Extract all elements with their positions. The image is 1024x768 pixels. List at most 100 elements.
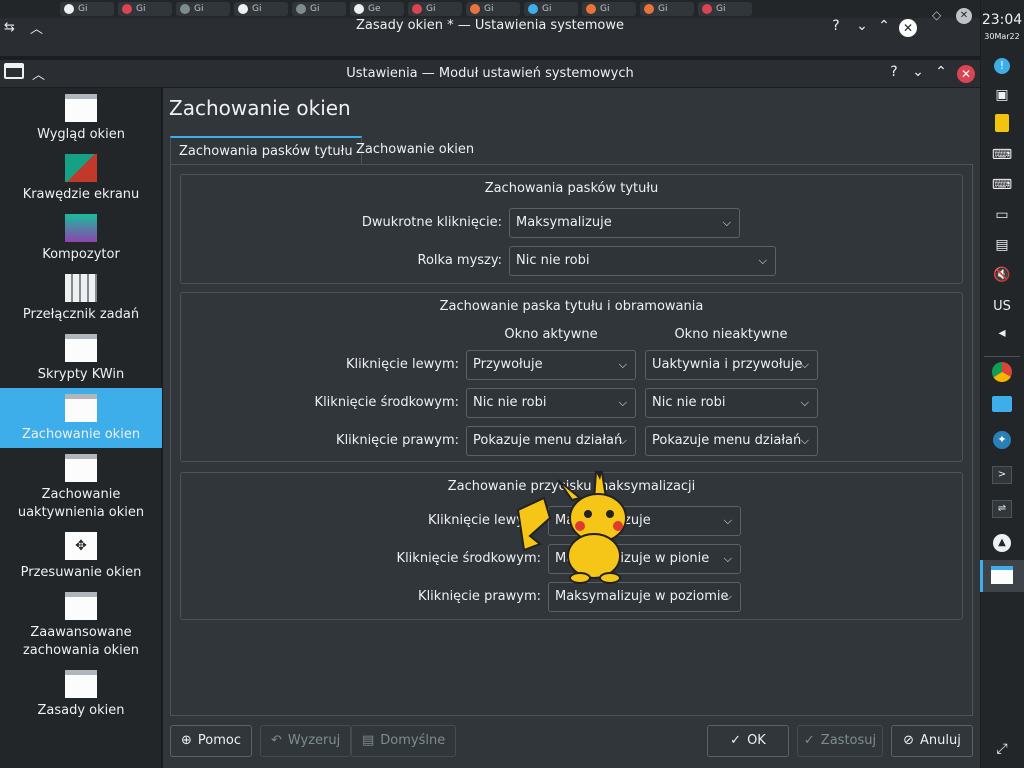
ok-button[interactable]: ✓ OK: [707, 725, 789, 757]
middle-click-active-combo[interactable]: Nic nie robi ⌵: [466, 388, 636, 418]
activation-icon: [65, 454, 97, 482]
chevron-down-icon: ⌵: [618, 396, 627, 409]
document-icon: ▤: [362, 733, 375, 748]
chevron-down-icon: ⌵: [800, 396, 809, 409]
sidebar-item-moving-windows[interactable]: ✥ Przesuwanie okien: [0, 532, 162, 582]
sidebar-item-advanced-window[interactable]: Zaawansowane zachowania okien: [0, 592, 162, 660]
window-title: Ustawienia — Moduł ustawień systemowych: [346, 66, 634, 81]
cancel-icon: ⊘: [903, 733, 915, 748]
keyboard-icon[interactable]: ⌨: [990, 144, 1014, 166]
background-browser-tabs: Gi Gi Gi Gi Gi Ge Gi Gi Gi Gi Gi Gi: [0, 0, 980, 18]
chevron-down-icon: ⌵: [723, 552, 732, 565]
pikachu-eye: [606, 510, 614, 518]
sidebar-item-label: Zachowanie okien: [21, 427, 141, 442]
left-click-active-combo[interactable]: Przywołuje ⌵: [466, 350, 636, 380]
volume-muted-icon[interactable]: 🔇: [990, 264, 1014, 286]
expand-tray-icon[interactable]: ◂: [990, 322, 1014, 344]
mouse-wheel-combo[interactable]: Nic nie robi ⌵: [509, 246, 776, 276]
browser-tab: Gi: [466, 2, 520, 16]
left-click-inactive-combo[interactable]: Uaktywnia i przywołuje ⌵: [645, 350, 818, 380]
chevron-down-icon: ⌵: [723, 514, 732, 527]
chevron-down-icon: ⌵: [800, 434, 809, 447]
sidebar-item-label: Wygląd okien: [37, 127, 125, 142]
settings-icon[interactable]: ⇌: [990, 496, 1014, 518]
pikachu-ear: [557, 479, 583, 502]
back-minimize-button[interactable]: ⌄: [852, 18, 872, 34]
right-click-inactive-combo[interactable]: Pokazuje menu działań ⌵: [645, 426, 818, 456]
tab-window-actions[interactable]: Zachowanie okien: [348, 136, 482, 165]
back-close-button[interactable]: ✕: [899, 19, 917, 37]
browser-tab: Gi: [234, 2, 288, 16]
help-button[interactable]: ?: [884, 64, 904, 80]
keep-above-icon[interactable]: ︿: [30, 18, 43, 37]
sidebar-item-window-behavior[interactable]: Zachowanie okien: [0, 388, 162, 448]
apply-button[interactable]: ✓ Zastosuj: [797, 725, 883, 757]
sidebar-item-label: Zachowanie uaktywnienia okien: [17, 487, 145, 520]
advanced-window-icon: [65, 592, 97, 620]
back-help-button[interactable]: ?: [826, 18, 846, 34]
right-click-active-combo[interactable]: Pokazuje menu działań ⌵: [466, 426, 636, 456]
help-bottom-button[interactable]: ⊕ Pomoc: [170, 725, 253, 757]
pikachu-foot: [569, 572, 591, 584]
middle-click-inactive-combo[interactable]: Nic nie robi ⌵: [645, 388, 818, 418]
browser-globe-icon[interactable]: ✦: [990, 428, 1014, 450]
browser-tab: Gi: [292, 2, 346, 16]
back-maximize-button[interactable]: ⌃: [874, 18, 894, 34]
pikachu-cheek: [575, 521, 585, 531]
sidebar-item-kwin-scripts[interactable]: Skrypty KWin: [0, 334, 162, 384]
defaults-button[interactable]: ▤ Domyślne: [351, 725, 457, 757]
monitor-icon[interactable]: ▭: [990, 204, 1014, 226]
mouse-wheel-label: Rolka myszy:: [417, 253, 503, 268]
pikachu-foot: [599, 572, 621, 584]
sidebar-item-screen-edges[interactable]: Krawędzie ekranu: [0, 154, 162, 204]
max-right-click-combo[interactable]: Maksymalizuje w poziomie ⌵: [548, 582, 741, 612]
tab-titlebar-actions[interactable]: Zachowania pasków tytułu: [170, 136, 362, 165]
chevron-down-icon: ⌵: [618, 434, 627, 447]
browser-tab: Gi: [408, 2, 462, 16]
browser-close-icon[interactable]: ✕: [956, 8, 972, 24]
page-title: Zachowanie okien: [169, 96, 351, 120]
chevron-down-icon: ⌵: [618, 358, 627, 371]
task-switcher-icon: [65, 274, 97, 302]
minimize-button[interactable]: ⌄: [908, 64, 928, 80]
terminal-icon[interactable]: >: [990, 462, 1014, 484]
keyboard-layout[interactable]: US: [990, 296, 1014, 318]
maximize-button[interactable]: ⌃: [931, 64, 951, 80]
chevron-down-icon: ⌵: [758, 254, 767, 267]
reset-button[interactable]: ↶ Wyzeruj: [260, 725, 352, 757]
browser-tab: Gi: [118, 2, 172, 16]
clipboard-icon[interactable]: [990, 114, 1014, 136]
sidebar-item-compositor[interactable]: Kompozytor: [0, 214, 162, 264]
menu-icon[interactable]: ⇆: [4, 20, 15, 35]
cancel-button[interactable]: ⊘ Anuluj: [891, 725, 973, 757]
help-icon: ⊕: [181, 733, 192, 748]
chevron-down-icon: ⌵: [723, 590, 732, 603]
sidebar-item-window-rules[interactable]: Zasady okien: [0, 670, 162, 720]
clock-time[interactable]: 23:04: [980, 12, 1024, 28]
pikachu-tail: [516, 496, 552, 552]
chrome-icon[interactable]: [990, 362, 1014, 384]
double-click-combo[interactable]: Maksymalizuje ⌵: [509, 208, 740, 238]
keyboard-icon[interactable]: ⌨: [990, 174, 1014, 196]
browser-tab: Gi: [640, 2, 694, 16]
screen-edges-icon: [65, 154, 97, 182]
info-icon[interactable]: !: [990, 54, 1014, 76]
active-window-column: Okno aktywne: [504, 327, 598, 342]
sidebar-item-window-decorations[interactable]: Wygląd okien: [0, 94, 162, 144]
sidebar-item-task-switcher[interactable]: Przełącznik zadań: [0, 274, 162, 324]
display-icon[interactable]: ▣: [990, 84, 1014, 106]
group-title: Zachowanie paska tytułu i obramowania: [439, 299, 704, 314]
browser-tab: Gi: [582, 2, 636, 16]
notes-icon[interactable]: ▤: [990, 234, 1014, 256]
close-button[interactable]: ✕: [957, 65, 975, 83]
sidebar-item-activation[interactable]: Zachowanie uaktywnienia okien: [0, 454, 162, 522]
browser-tab: Gi: [698, 2, 752, 16]
folder-icon[interactable]: [990, 396, 1014, 418]
max-right-click-label: Kliknięcie prawym:: [418, 589, 541, 604]
undo-icon: ↶: [271, 733, 282, 748]
window-settings-icon[interactable]: [990, 566, 1014, 588]
resize-icon[interactable]: ⤢: [990, 738, 1014, 760]
image-viewer-icon[interactable]: ▲: [990, 530, 1014, 552]
diamond-icon: ◇: [932, 8, 942, 22]
move-window-icon: ✥: [65, 532, 97, 560]
